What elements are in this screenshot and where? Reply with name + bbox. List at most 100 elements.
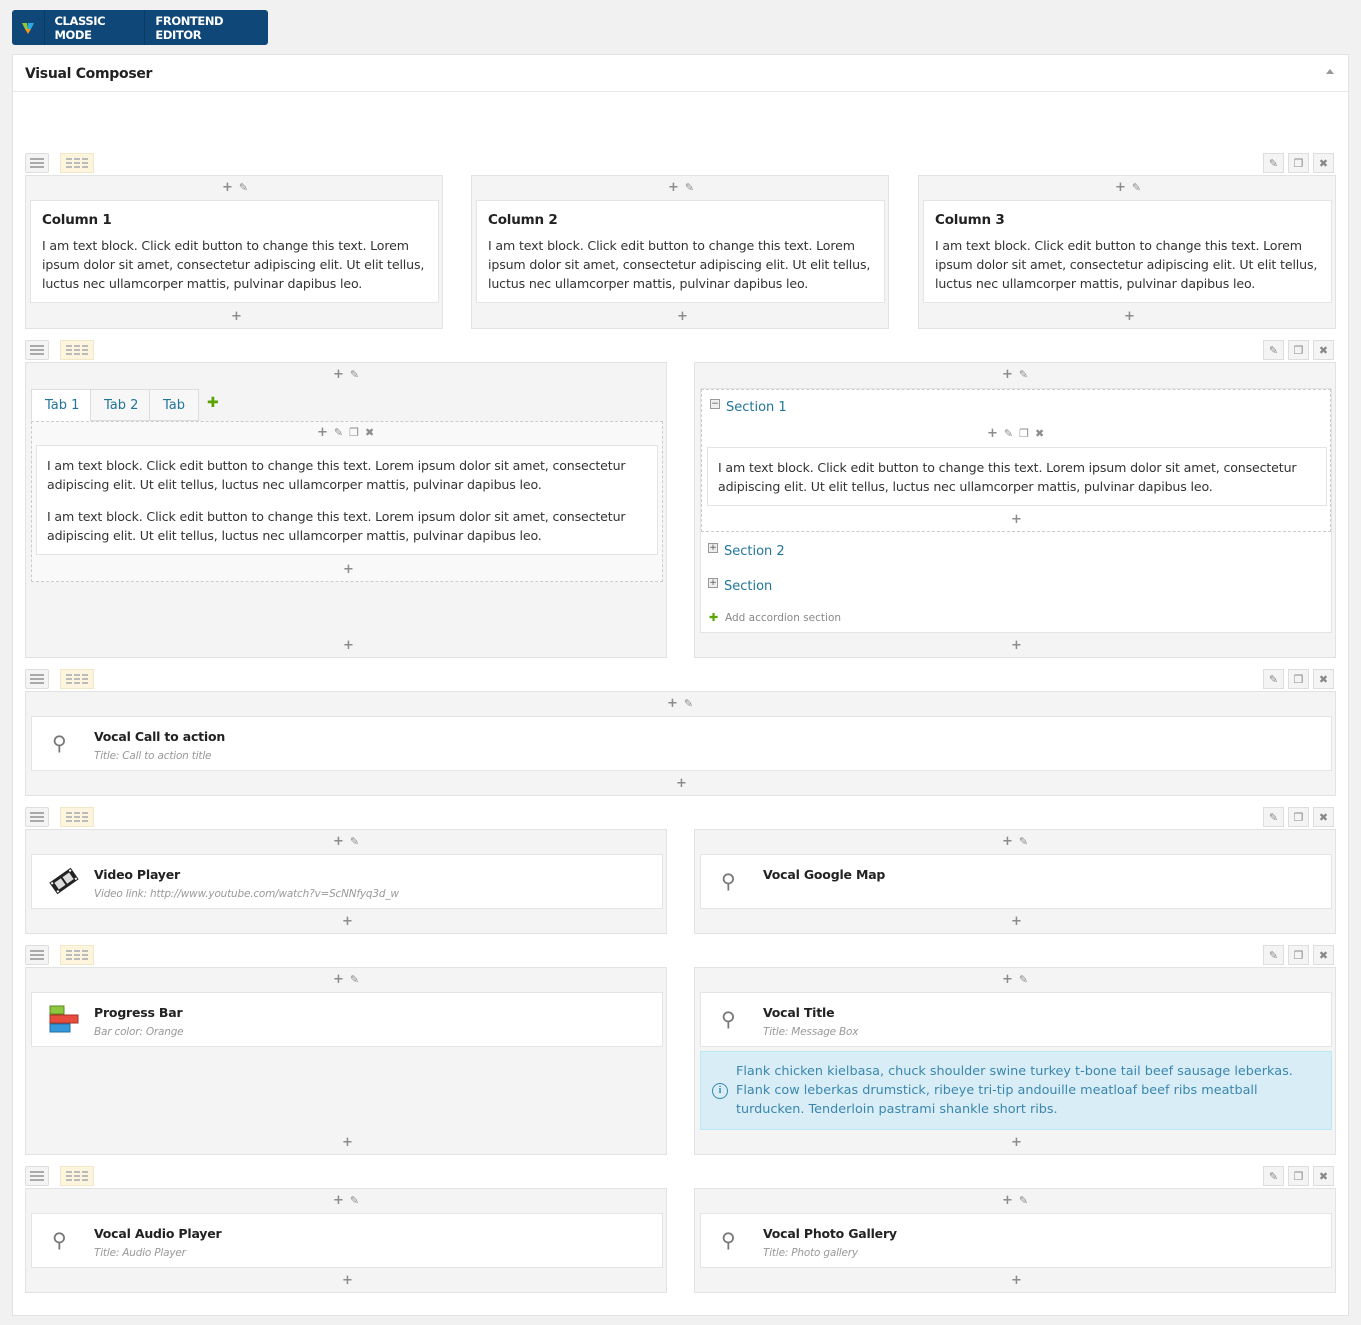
text-block[interactable]: Column 3 I am text block. Click edit but… — [923, 200, 1332, 303]
expand-section-icon[interactable]: + — [708, 543, 718, 553]
text-block[interactable]: Column 1 I am text block. Click edit but… — [30, 200, 439, 303]
add-element-icon[interactable]: + — [677, 310, 688, 323]
row-drag-handle-icon[interactable] — [25, 669, 49, 689]
column-controls[interactable]: + ✎ — [1002, 835, 1028, 848]
clone-section-icon: ❐ — [1019, 427, 1029, 440]
element-info: Vocal Google Map — [763, 867, 885, 882]
accordion-section-open: − Section 1 + ✎ ❐ ✖ I am text block. Click … — [701, 389, 1331, 532]
message-box[interactable]: i Flank chicken kielbasa, chuck shoulder… — [700, 1051, 1332, 1130]
row-clone-icon[interactable]: ❐ — [1288, 340, 1309, 360]
photo-gallery-element[interactable]: ⚲ Vocal Photo Gallery Title: Photo galle… — [700, 1213, 1332, 1268]
add-accordion-section-link[interactable]: Add accordion section — [725, 612, 841, 624]
progress-bar-element[interactable]: Progress Bar Bar color: Orange — [31, 992, 663, 1047]
column-controls[interactable]: + ✎ — [1002, 973, 1028, 986]
row-layout-icon[interactable] — [60, 1166, 94, 1186]
add-element-icon[interactable]: + — [342, 1136, 353, 1149]
add-element-icon[interactable]: + — [342, 915, 353, 928]
add-element-icon[interactable]: + — [1124, 310, 1135, 323]
row-delete-icon[interactable]: ✖ — [1313, 340, 1334, 360]
element-title: Vocal Title — [763, 1005, 835, 1020]
row-layout-icon[interactable] — [60, 807, 94, 827]
row-edit-icon[interactable]: ✎ — [1263, 669, 1284, 689]
add-element-icon: + — [1115, 180, 1126, 195]
row-delete-icon[interactable]: ✖ — [1313, 807, 1334, 827]
row-drag-handle-icon[interactable] — [25, 1166, 49, 1186]
row-edit-icon[interactable]: ✎ — [1263, 340, 1284, 360]
row-edit-icon[interactable]: ✎ — [1263, 1166, 1284, 1186]
column-controls[interactable]: + ✎ — [333, 368, 359, 381]
edit-column-icon: ✎ — [238, 181, 249, 194]
section-2-title[interactable]: Section 2 — [724, 544, 785, 559]
row-edit-icon[interactable]: ✎ — [1263, 153, 1284, 173]
column-controls[interactable]: + ✎ — [333, 972, 359, 987]
row-clone-icon[interactable]: ❐ — [1288, 945, 1309, 965]
row-layout-icon[interactable] — [60, 340, 94, 360]
add-element-icon: + — [333, 972, 344, 987]
text-block[interactable]: I am text block. Click edit button to ch… — [36, 445, 658, 555]
add-element-icon[interactable]: + — [343, 563, 354, 576]
audio-player-element[interactable]: ⚲ Vocal Audio Player Title: Audio Player — [31, 1213, 663, 1268]
column-controls[interactable]: + ✎ — [333, 835, 359, 848]
row-layout-icon[interactable] — [60, 669, 94, 689]
tab-3[interactable]: Tab — [149, 389, 200, 421]
tab-controls[interactable]: + ✎ ❐ ✖ — [317, 426, 374, 439]
column-controls[interactable]: + ✎ — [668, 181, 694, 194]
row-delete-icon[interactable]: ✖ — [1313, 945, 1334, 965]
frontend-editor-button[interactable]: FRONTEND EDITOR — [145, 10, 268, 45]
text-block[interactable]: I am text block. Click edit button to ch… — [707, 447, 1327, 506]
tab-1[interactable]: Tab 1 — [31, 389, 94, 421]
column-controls[interactable]: + ✎ — [333, 1194, 359, 1207]
add-element-icon[interactable]: + — [1011, 513, 1022, 526]
row-clone-icon[interactable]: ❐ — [1288, 153, 1309, 173]
tab-panel: + ✎ ❐ ✖ I am text block. Click edit button … — [31, 421, 663, 582]
column-controls[interactable]: + ✎ — [1002, 1194, 1028, 1207]
add-element-icon[interactable]: + — [342, 1274, 353, 1287]
column-controls[interactable]: + ✎ — [667, 697, 693, 710]
row-edit-icon[interactable]: ✎ — [1263, 945, 1284, 965]
row-clone-icon[interactable]: ❐ — [1288, 669, 1309, 689]
tab-2[interactable]: Tab 2 — [90, 389, 153, 421]
row-delete-icon[interactable]: ✖ — [1313, 153, 1334, 173]
classic-mode-button[interactable]: CLASSIC MODE — [45, 10, 146, 45]
add-section-icon[interactable]: ✚ — [709, 611, 718, 624]
add-element-icon[interactable]: + — [1011, 1136, 1022, 1149]
section-controls[interactable]: + ✎ ❐ ✖ — [987, 427, 1044, 440]
info-icon: i — [712, 1083, 728, 1099]
add-element-icon[interactable]: + — [676, 777, 687, 790]
row-clone-icon[interactable]: ❐ — [1288, 807, 1309, 827]
add-element-icon[interactable]: + — [231, 310, 242, 323]
expand-section-icon[interactable]: + — [708, 578, 718, 588]
add-tab-icon[interactable]: ✚ — [207, 395, 219, 411]
collapse-section-icon[interactable]: − — [710, 399, 720, 409]
text-block[interactable]: Column 2 I am text block. Click edit but… — [476, 200, 885, 303]
element-title: Video Player — [94, 867, 180, 882]
film-strip-icon — [48, 865, 80, 901]
add-element-icon[interactable]: + — [1011, 1274, 1022, 1287]
row-clone-icon[interactable]: ❐ — [1288, 1166, 1309, 1186]
collapse-arrow-icon[interactable] — [1326, 69, 1334, 74]
video-player-element[interactable]: Video Player Video link: http://www.yout… — [31, 854, 663, 909]
section-3-title[interactable]: Section — [724, 579, 772, 594]
row-drag-handle-icon[interactable] — [25, 807, 49, 827]
column-controls[interactable]: + ✎ — [1002, 368, 1028, 381]
column-controls[interactable]: + ✎ — [222, 181, 249, 194]
row-delete-icon[interactable]: ✖ — [1313, 669, 1334, 689]
add-element-icon[interactable]: + — [343, 639, 354, 652]
row-layout-icon[interactable] — [60, 153, 94, 173]
column: + ✎ ⚲ Vocal Photo Gallery Title: Photo ga… — [694, 1188, 1336, 1293]
column-controls[interactable]: + ✎ — [1115, 180, 1141, 195]
element-subtitle: Title: Message Box — [763, 1026, 859, 1038]
google-map-element[interactable]: ⚲ Vocal Google Map — [700, 854, 1332, 909]
row-edit-icon[interactable]: ✎ — [1263, 807, 1284, 827]
add-element-icon[interactable]: + — [1011, 915, 1022, 928]
add-element-icon[interactable]: + — [1011, 639, 1022, 652]
section-1-title[interactable]: Section 1 — [726, 400, 787, 415]
call-to-action-element[interactable]: ⚲ Vocal Call to action Title: Call to ac… — [31, 716, 1332, 771]
row-layout-icon[interactable] — [60, 945, 94, 965]
row-drag-handle-icon[interactable] — [25, 153, 49, 173]
row-delete-icon[interactable]: ✖ — [1313, 1166, 1334, 1186]
row-drag-handle-icon[interactable] — [25, 945, 49, 965]
vocal-title-element[interactable]: ⚲ Vocal Title Title: Message Box — [700, 992, 1332, 1047]
row-drag-handle-icon[interactable] — [25, 340, 49, 360]
vc-logo-icon[interactable] — [12, 10, 45, 45]
